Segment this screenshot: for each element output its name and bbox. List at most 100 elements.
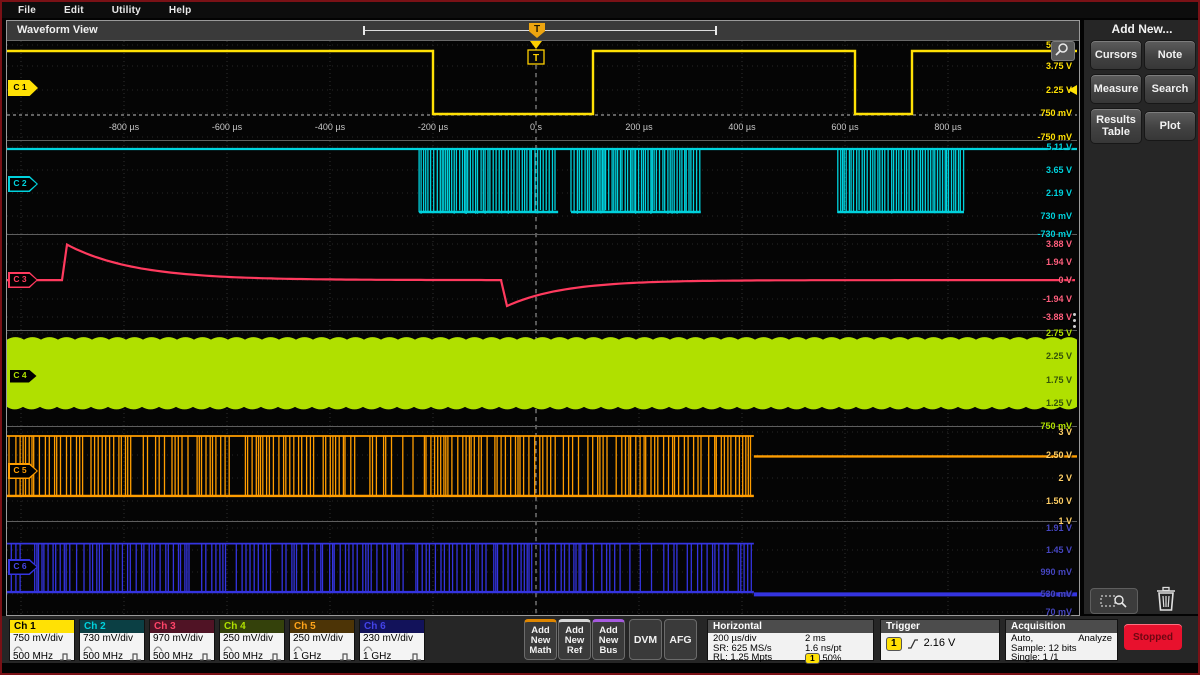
channel-scale: 230 mV/div	[363, 634, 421, 644]
step-wave-icon	[130, 653, 141, 661]
add-new-header: Add New...	[1084, 22, 1200, 36]
plot-button[interactable]: Plot	[1144, 111, 1196, 141]
waveform-view-titlebar[interactable]: Waveform View T	[7, 21, 1079, 41]
trigger-source-chip: 1	[886, 637, 902, 651]
time-axis-label: -600 µs	[197, 122, 257, 132]
channel-badge-header: Ch 3	[150, 620, 214, 633]
add-new-ref-button[interactable]: Add New Ref	[558, 619, 591, 660]
channel-badge-header: Ch 2	[80, 620, 144, 633]
step-wave-icon	[270, 653, 281, 661]
voltage-scale-label: 990 mV	[1012, 567, 1072, 577]
time-axis-label: 200 µs	[609, 122, 669, 132]
time-axis-label: 400 µs	[712, 122, 772, 132]
voltage-scale-label: 750 mV	[1012, 108, 1072, 118]
channel-badge-header: Ch 4	[220, 620, 284, 633]
voltage-scale-label: 1.45 V	[1012, 545, 1072, 555]
trash-icon	[1155, 586, 1177, 612]
channel-scale: 750 mV/div	[13, 634, 71, 644]
channel-handle-c4[interactable]: C 4	[8, 368, 38, 384]
voltage-scale-label: 530 mV	[1012, 589, 1072, 599]
channel-handle-c2[interactable]: C 2	[8, 176, 38, 192]
voltage-scale-label: 0 V	[1012, 275, 1072, 285]
results-table-button[interactable]: Results Table	[1090, 108, 1142, 144]
channel-scale: 250 mV/div	[223, 634, 281, 644]
channel-handle-c6[interactable]: C 6	[8, 559, 38, 575]
channel-badge-ch4[interactable]: Ch 4 250 mV/div 500 MHz	[219, 619, 285, 661]
time-axis-label: -200 µs	[403, 122, 463, 132]
channel-badge-ch5[interactable]: Ch 5 250 mV/div 1 GHz	[289, 619, 355, 661]
channel-badge-header: Ch 1	[10, 620, 74, 633]
horizontal-panel[interactable]: Horizontal 200 µs/div2 ms SR: 625 MS/s1.…	[707, 619, 874, 661]
zoom-glass-icon[interactable]	[1051, 41, 1075, 61]
resolution: 1.6 ns/pt	[805, 644, 841, 654]
menu-help[interactable]: Help	[169, 5, 191, 16]
run-stop-status-button[interactable]: Stopped	[1124, 624, 1182, 650]
search-button[interactable]: Search	[1144, 74, 1196, 104]
voltage-scale-label: 1.25 V	[1012, 398, 1072, 408]
channel-badge-ch1[interactable]: Ch 1 750 mV/div 500 MHz	[9, 619, 75, 661]
trigger-level-arrow-icon[interactable]	[1068, 85, 1077, 95]
voltage-scale-label: 2 V	[1012, 473, 1072, 483]
channel-bandwidth: 500 MHz	[223, 652, 263, 662]
channel-handle-c3[interactable]: C 3	[8, 272, 38, 288]
channel-handle-label: C 1	[8, 82, 32, 92]
measure-button[interactable]: Measure	[1090, 74, 1142, 104]
time-axis-label: 0 s	[506, 122, 566, 132]
acquisition-panel[interactable]: Acquisition Auto,Analyze Sample: 12 bits…	[1005, 619, 1118, 661]
trigger-panel-title: Trigger	[881, 620, 999, 633]
step-wave-icon	[340, 653, 351, 661]
horizontal-position: 50%	[822, 653, 841, 664]
voltage-scale-label: -730 mV	[1012, 229, 1072, 239]
zoom-mode-button[interactable]	[1090, 588, 1138, 614]
voltage-scale-label: 3.88 V	[1012, 239, 1072, 249]
menu-edit[interactable]: Edit	[64, 5, 84, 16]
add-new-bus-button[interactable]: Add New Bus	[592, 619, 625, 660]
channel-badge-ch6[interactable]: Ch 6 230 mV/div 1 GHz	[359, 619, 425, 661]
voltage-scale-label: 2.25 V	[1012, 351, 1072, 361]
channel-handle-c5[interactable]: C 5	[8, 463, 38, 479]
zoom-box-icon	[1099, 593, 1129, 609]
add-new-math-button[interactable]: Add New Math	[524, 619, 557, 660]
menu-file[interactable]: File	[18, 5, 36, 16]
voltage-scale-label: -750 mV	[1012, 132, 1072, 142]
voltage-scale-label: 730 mV	[1012, 211, 1072, 221]
channel-badge-ch2[interactable]: Ch 2 730 mV/div 500 MHz	[79, 619, 145, 661]
voltage-scale-column: 5.25 V 3.75 V 2.25 V 750 mV -750 mV 5.11…	[1041, 41, 1077, 615]
step-wave-icon	[60, 653, 71, 661]
svg-text:T: T	[533, 53, 539, 64]
time-axis-label: -800 µs	[94, 122, 154, 132]
channel-scale: 730 mV/div	[83, 634, 141, 644]
channel-scale: 970 mV/div	[153, 634, 211, 644]
voltage-scale-label: 2.19 V	[1012, 188, 1072, 198]
trigger-level: 2.16 V	[924, 639, 956, 649]
channel-badge-ch3[interactable]: Ch 3 970 mV/div 500 MHz	[149, 619, 215, 661]
channel-bandwidth: 500 MHz	[153, 652, 193, 662]
trigger-position-marker[interactable]: T	[529, 23, 545, 38]
time-axis-label: 600 µs	[815, 122, 875, 132]
panel-grip-icon[interactable]	[1073, 313, 1076, 328]
channel-bandwidth: 1 GHz	[293, 652, 321, 662]
channel-scale: 250 mV/div	[293, 634, 351, 644]
channel-handle-c1[interactable]: C 1	[8, 80, 38, 96]
step-wave-icon	[200, 653, 211, 661]
dvm-button[interactable]: DVM	[629, 619, 662, 660]
waveform-plot-area[interactable]: T -800 µs -600 µs -400 µs -200 µs 0 s 20…	[7, 41, 1077, 615]
channel-handle-label: C 6	[8, 561, 32, 571]
oscilloscope-screen: File Edit Utility Help Waveform View T T…	[0, 0, 1200, 675]
time-axis-label: 800 µs	[918, 122, 978, 132]
channel-bandwidth: 500 MHz	[13, 652, 53, 662]
waveform-view-window: Waveform View T T -800 µs -600 µs -400 µ…	[6, 20, 1080, 616]
window-title: Waveform View	[17, 24, 98, 36]
voltage-scale-label: 3.75 V	[1012, 61, 1072, 71]
cursors-button[interactable]: Cursors	[1090, 40, 1142, 70]
afg-button[interactable]: AFG	[664, 619, 697, 660]
channel-handle-label: C 2	[8, 178, 32, 188]
channel-handle-label: C 4	[8, 370, 32, 380]
menu-utility[interactable]: Utility	[112, 5, 141, 16]
channel-handle-label: C 5	[8, 465, 32, 475]
voltage-scale-label: -1.94 V	[1012, 294, 1072, 304]
voltage-scale-label: 2.50 V	[1012, 450, 1072, 460]
trash-button[interactable]	[1152, 584, 1180, 614]
note-button[interactable]: Note	[1144, 40, 1196, 70]
trigger-panel[interactable]: Trigger 1 2.16 V	[880, 619, 1000, 661]
